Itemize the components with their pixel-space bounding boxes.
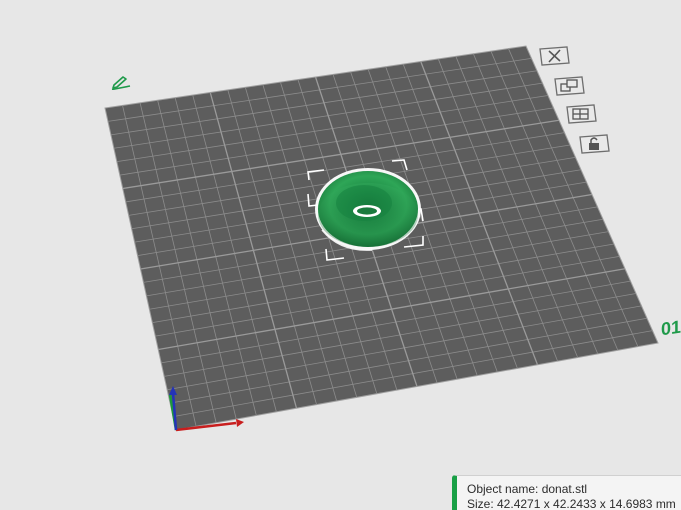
3d-viewport[interactable]: 01 Object name: donat.stl Size: 42.4271 … — [0, 0, 681, 510]
pencil-icon[interactable] — [110, 74, 132, 90]
donut-model — [315, 168, 421, 251]
object-size-text: Size: 42.4271 x 42.2433 x 14.6983 mm — [467, 497, 676, 510]
plate-number-label: 01 — [661, 316, 681, 340]
arrange-icon[interactable] — [553, 76, 585, 96]
object-name-text: Object name: donat.stl — [467, 482, 588, 496]
close-icon[interactable] — [538, 46, 570, 66]
lock-icon[interactable] — [578, 134, 610, 154]
layers-icon[interactable] — [565, 104, 597, 124]
object-info-panel: Object name: donat.stl Size: 42.4271 x 4… — [452, 475, 681, 510]
